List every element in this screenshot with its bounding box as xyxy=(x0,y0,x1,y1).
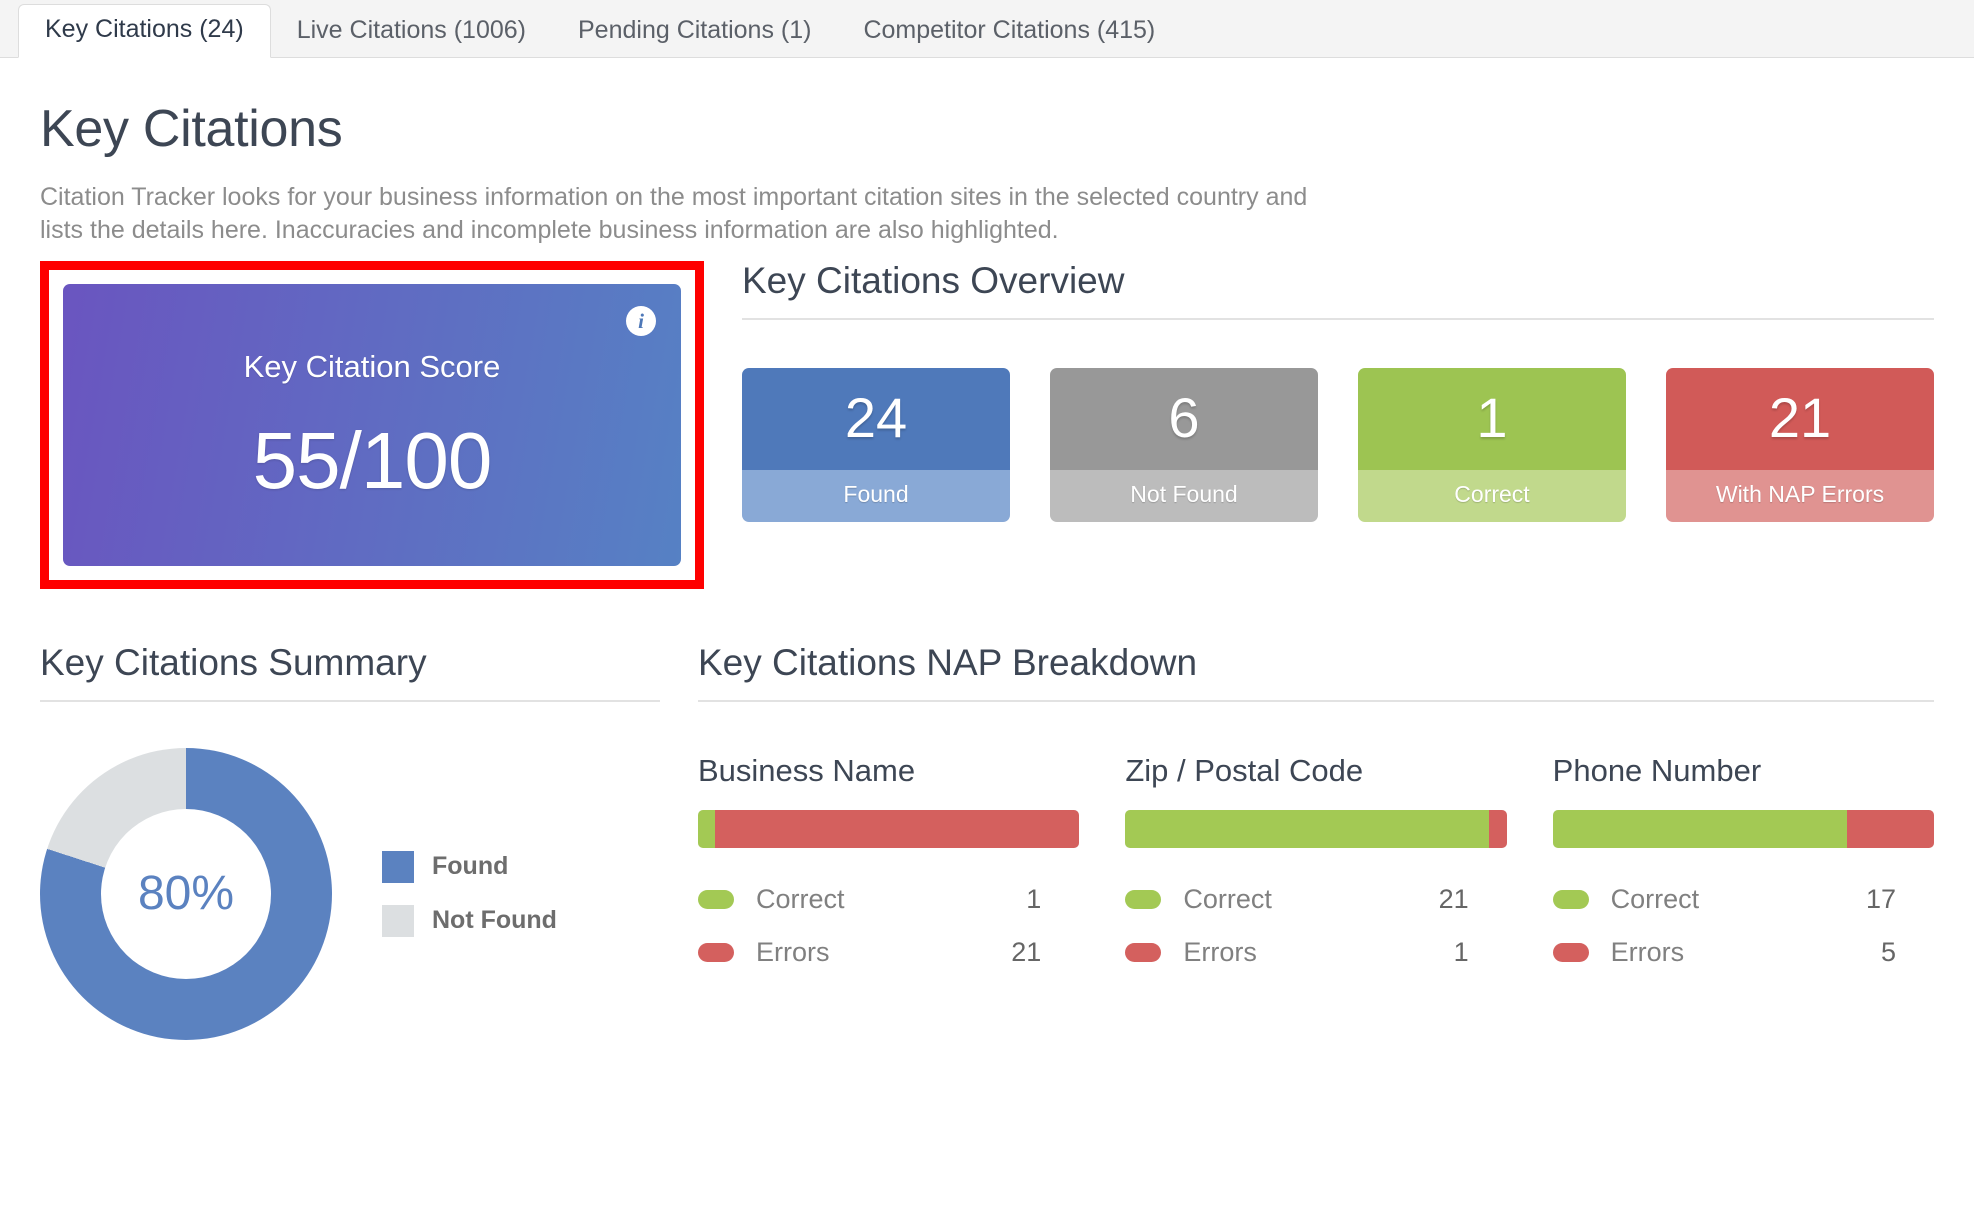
overview-stat-grid: 24 Found 6 Not Found 1 Correct 21 With N… xyxy=(742,367,1934,522)
info-icon[interactable]: i xyxy=(626,306,656,337)
nap-legend-label: Correct xyxy=(1183,883,1272,914)
page-title: Key Citations xyxy=(40,100,343,158)
nap-legend-row-errors: Errors 5 xyxy=(1552,936,1934,968)
nap-bar-errors-segment xyxy=(1489,809,1507,848)
donut-legend: Found Not Found xyxy=(382,850,557,937)
nap-legend-row-correct: Correct 1 xyxy=(698,884,1079,915)
summary-title: Key Citations Summary xyxy=(40,642,427,684)
overview-divider xyxy=(742,317,1934,320)
legend-swatch-found xyxy=(382,850,414,883)
nap-item-phone-number: Phone Number Correct 17 Errors 5 xyxy=(1552,752,1934,990)
nap-legend-value: 21 xyxy=(1438,883,1469,914)
donut-percentage: 80% xyxy=(137,867,235,921)
nap-legend-value: 5 xyxy=(1880,936,1896,967)
page-description: Citation Tracker looks for your business… xyxy=(40,182,1308,244)
donut-chart[interactable]: 80% xyxy=(40,747,332,1040)
stat-card-correct[interactable]: 1 Correct xyxy=(1358,367,1626,522)
key-citation-score-card[interactable]: i Key Citation Score 55/100 xyxy=(63,284,681,567)
score-card-highlight: i Key Citation Score 55/100 xyxy=(40,261,704,590)
bottom-row: Key Citations Summary 80% Found Not Foun… xyxy=(40,642,1934,1040)
legend-label: Found xyxy=(432,852,509,881)
errors-pill-icon xyxy=(1552,942,1589,962)
nap-legend-value: 21 xyxy=(1011,936,1042,967)
stat-value: 6 xyxy=(1050,367,1318,470)
nap-title: Key Citations NAP Breakdown xyxy=(698,642,1198,684)
summary-divider xyxy=(40,699,660,702)
nap-item-title: Zip / Postal Code xyxy=(1125,752,1364,788)
stat-label: Not Found xyxy=(1050,469,1318,522)
score-card-value: 55/100 xyxy=(252,416,493,506)
nap-legend-row-correct: Correct 21 xyxy=(1125,884,1506,915)
tab-live-citations[interactable]: Live Citations (1006) xyxy=(271,6,552,57)
nap-legend-value: 17 xyxy=(1865,883,1896,914)
stat-label: Correct xyxy=(1358,469,1626,522)
nap-item-business-name: Business Name Correct 1 Errors 21 xyxy=(698,752,1080,990)
nap-legend-label: Errors xyxy=(1183,936,1257,967)
nap-legend-label: Correct xyxy=(756,883,845,914)
nap-legend-value: 1 xyxy=(1453,936,1469,967)
top-row: i Key Citation Score 55/100 Key Citation… xyxy=(40,260,1934,590)
correct-pill-icon xyxy=(1125,889,1162,909)
correct-pill-icon xyxy=(698,889,734,909)
nap-breakdown-section: Key Citations NAP Breakdown Business Nam… xyxy=(698,642,1934,990)
stat-card-with-nap-errors[interactable]: 21 With NAP Errors xyxy=(1666,367,1934,522)
nap-grid: Business Name Correct 1 Errors 21 Zip / … xyxy=(698,752,1934,990)
stat-value: 21 xyxy=(1666,367,1934,470)
nap-item-legend: Correct 1 Errors 21 xyxy=(698,884,1079,968)
nap-item-zip-postal-code: Zip / Postal Code Correct 21 Errors 1 xyxy=(1125,752,1507,990)
page-content: Key Citations Citation Tracker looks for… xyxy=(0,102,1974,1040)
nap-bar-errors-segment xyxy=(1847,809,1934,848)
legend-item-not-found[interactable]: Not Found xyxy=(382,904,557,937)
errors-pill-icon xyxy=(698,942,734,962)
nap-legend-label: Errors xyxy=(1610,936,1685,967)
legend-swatch-not-found xyxy=(382,904,414,937)
score-card-label: Key Citation Score xyxy=(243,349,501,385)
nap-legend-row-errors: Errors 21 xyxy=(698,937,1079,968)
tab-key-citations[interactable]: Key Citations (24) xyxy=(18,4,271,58)
nap-legend-row-correct: Correct 17 xyxy=(1552,883,1934,915)
donut-chart-wrap: 80% Found Not Found xyxy=(40,747,660,1040)
nap-bar-correct-segment xyxy=(1125,809,1490,848)
stat-value: 24 xyxy=(742,367,1010,470)
nap-bar[interactable] xyxy=(1125,809,1507,848)
nap-legend-label: Correct xyxy=(1610,883,1700,914)
nap-item-legend: Correct 21 Errors 1 xyxy=(1125,884,1506,968)
tab-competitor-citations[interactable]: Competitor Citations (415) xyxy=(837,6,1181,57)
errors-pill-icon xyxy=(1125,942,1162,962)
stat-value: 1 xyxy=(1358,367,1626,470)
nap-item-title: Phone Number xyxy=(1552,752,1762,788)
stat-card-not-found[interactable]: 6 Not Found xyxy=(1050,367,1318,522)
stat-label: Found xyxy=(742,469,1010,522)
donut-center: 80% xyxy=(101,808,271,979)
legend-item-found[interactable]: Found xyxy=(382,850,557,883)
nap-item-legend: Correct 17 Errors 5 xyxy=(1552,883,1934,968)
nap-bar[interactable] xyxy=(1552,809,1934,848)
nap-legend-label: Errors xyxy=(756,936,830,967)
nap-bar-correct-segment xyxy=(1552,809,1848,848)
nap-legend-row-errors: Errors 1 xyxy=(1125,937,1506,968)
correct-pill-icon xyxy=(1552,889,1589,909)
overview-title: Key Citations Overview xyxy=(742,260,1125,302)
nap-legend-value: 1 xyxy=(1026,883,1042,914)
stat-card-found[interactable]: 24 Found xyxy=(742,367,1010,522)
legend-label: Not Found xyxy=(432,906,557,935)
tab-bar: Key Citations (24) Live Citations (1006)… xyxy=(0,0,1974,58)
overview-section: Key Citations Overview 24 Found 6 Not Fo… xyxy=(742,260,1934,522)
tab-pending-citations[interactable]: Pending Citations (1) xyxy=(552,6,837,57)
nap-bar-errors-segment xyxy=(715,809,1080,848)
stat-label: With NAP Errors xyxy=(1666,469,1934,522)
nap-divider xyxy=(698,699,1934,702)
nap-bar[interactable] xyxy=(698,809,1080,848)
nap-bar-correct-segment xyxy=(698,809,716,848)
nap-item-title: Business Name xyxy=(698,752,916,788)
summary-section: Key Citations Summary 80% Found Not Foun… xyxy=(40,642,660,1040)
